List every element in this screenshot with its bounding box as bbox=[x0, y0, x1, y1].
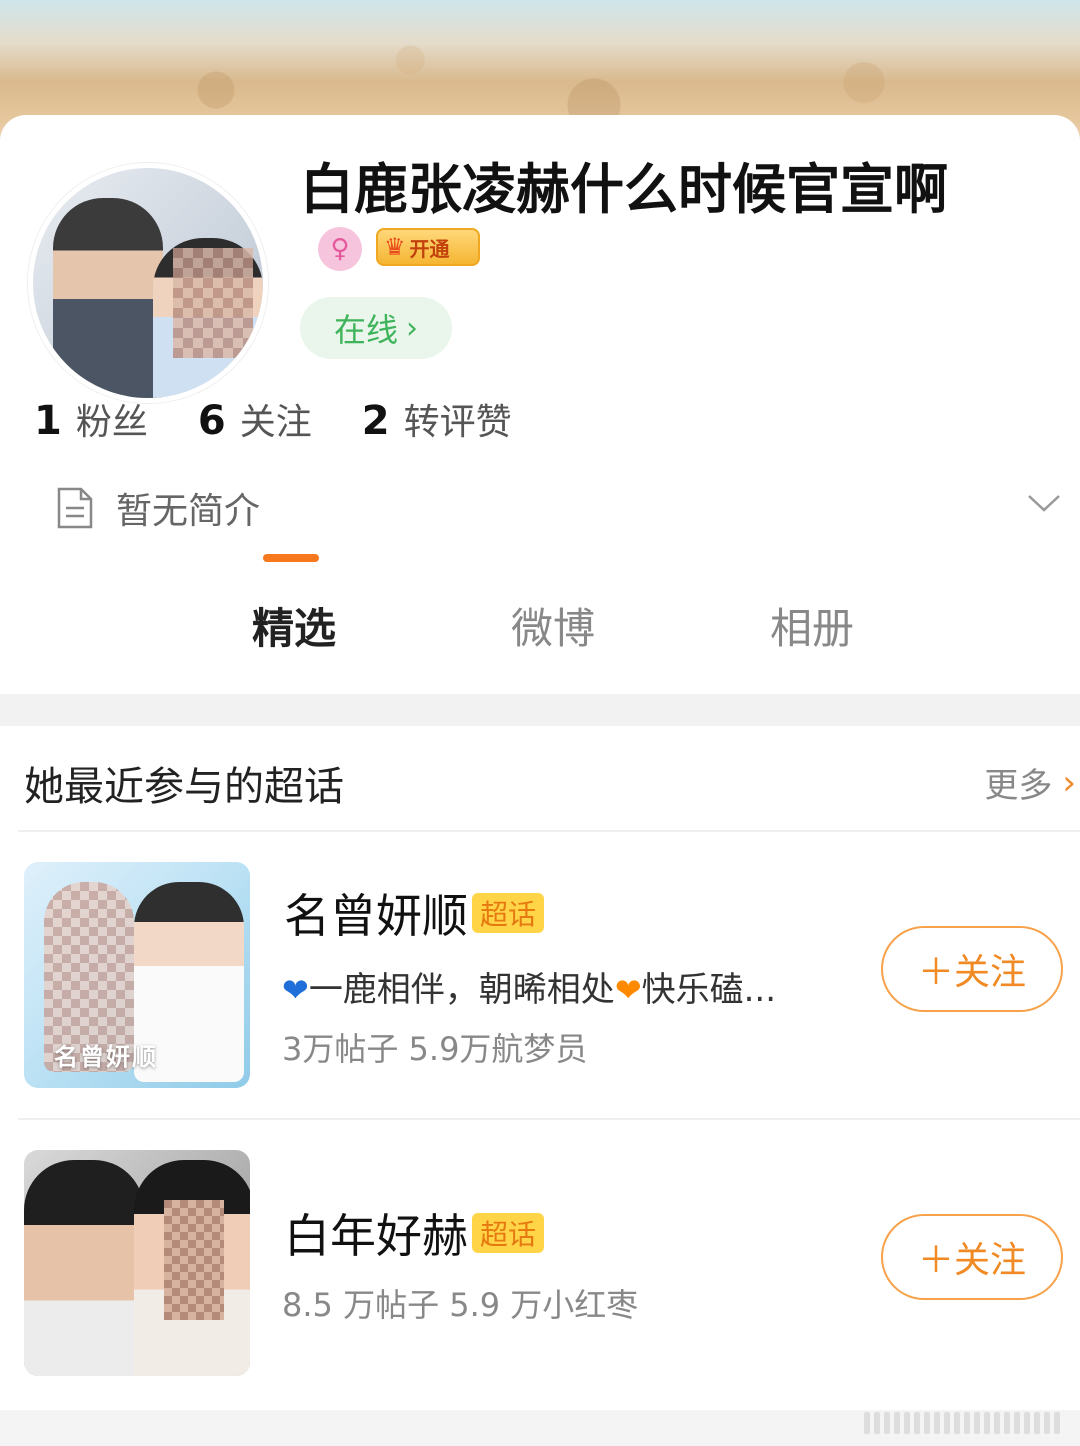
desc-part2: 快乐磕... bbox=[641, 970, 777, 1010]
section-title: 她最近参与的超话 bbox=[24, 764, 344, 810]
stat-label: 关注 bbox=[239, 402, 312, 443]
stat-number: 6 bbox=[197, 398, 226, 444]
vip-open-label: 开通 bbox=[409, 236, 450, 261]
blue-heart-icon: ❤ bbox=[282, 971, 309, 1009]
online-status-label: 在线 bbox=[333, 311, 398, 349]
supertopic-thumbnail[interactable]: 名曾妍顺 bbox=[24, 862, 250, 1088]
active-tab-indicator bbox=[263, 554, 319, 562]
profile-tabs: 精选 微博 相册 bbox=[0, 595, 1080, 695]
stat-followers[interactable]: 1 粉丝 bbox=[34, 393, 148, 445]
tab-featured[interactable]: 精选 bbox=[252, 595, 336, 656]
supertopic-thumbnail[interactable] bbox=[24, 1150, 250, 1376]
section-separator bbox=[0, 694, 1080, 726]
online-status-button[interactable]: 在线 › bbox=[300, 297, 452, 359]
stat-number: 2 bbox=[361, 398, 390, 444]
tab-album[interactable]: 相册 bbox=[770, 595, 854, 656]
avatar[interactable] bbox=[28, 163, 268, 403]
chevron-down-icon[interactable] bbox=[1026, 491, 1062, 515]
female-gender-icon: ♀ bbox=[318, 227, 362, 271]
supertopic-name: 名曾妍顺 bbox=[284, 889, 468, 943]
thumbnail-mosaic bbox=[164, 1200, 224, 1320]
user-nickname: 白鹿张凌赫什么时候官宣啊 bbox=[300, 158, 948, 221]
supertopic-name-row[interactable]: 名曾妍顺 超话 bbox=[284, 880, 545, 946]
chevron-right-icon: › bbox=[1062, 762, 1076, 803]
supertopic-description: ❤一鹿相伴，朝晞相处❤快乐磕... bbox=[282, 962, 776, 1011]
follow-button[interactable]: ＋关注 bbox=[881, 1214, 1063, 1300]
avatar-mosaic bbox=[173, 248, 253, 358]
avatar-person-left bbox=[53, 198, 163, 398]
supertopic-stats: 8.5 万帖子 5.9 万小红枣 bbox=[282, 1286, 639, 1324]
thumbnail-caption: 名曾妍顺 bbox=[54, 1043, 158, 1071]
stat-following[interactable]: 6 关注 bbox=[198, 393, 312, 445]
divider bbox=[18, 1118, 1080, 1120]
orange-heart-icon: ❤ bbox=[614, 971, 642, 1009]
supertopics-section: 她最近参与的超话 更多 › 名曾妍顺 名曾妍顺 超话 ❤一鹿相伴，朝晞相处❤快乐… bbox=[0, 726, 1080, 1416]
supertopic-name: 白年好赫 bbox=[284, 1209, 468, 1263]
document-icon bbox=[57, 487, 93, 529]
super-topic-tag: 超话 bbox=[472, 893, 545, 933]
more-link[interactable]: 更多 › bbox=[984, 758, 1076, 807]
more-label: 更多 bbox=[984, 766, 1053, 806]
thumbnail-figure bbox=[24, 1160, 144, 1376]
supertopic-name-row[interactable]: 白年好赫 超话 bbox=[284, 1200, 545, 1266]
supertopic-item[interactable]: 名曾妍顺 名曾妍顺 超话 ❤一鹿相伴，朝晞相处❤快乐磕... 3万帖子 5.9万… bbox=[0, 862, 1080, 1092]
supertopic-stats: 3万帖子 5.9万航梦员 bbox=[282, 1030, 588, 1068]
stat-reposts-comments-likes[interactable]: 2 转评赞 bbox=[362, 393, 512, 445]
profile-stats: 1 粉丝 6 关注 2 转评赞 bbox=[34, 393, 512, 445]
follow-button[interactable]: ＋关注 bbox=[881, 926, 1063, 1012]
supertopic-item[interactable]: 白年好赫 超话 8.5 万帖子 5.9 万小红枣 ＋关注 bbox=[0, 1150, 1080, 1380]
vip-open-badge[interactable]: ♛ 开通 bbox=[376, 228, 480, 266]
divider bbox=[18, 830, 1080, 832]
super-topic-tag: 超话 bbox=[472, 1213, 545, 1253]
profile-header: 白鹿张凌赫什么时候官宣啊 ♀ ♛ 开通 在线 › 1 粉丝 6 关注 2 转评赞… bbox=[0, 115, 1080, 700]
stat-label: 转评赞 bbox=[403, 402, 512, 443]
desc-part1: 一鹿相伴，朝晞相处 bbox=[308, 970, 615, 1010]
bio-text: 暂无简介 bbox=[116, 491, 261, 532]
stat-label: 粉丝 bbox=[75, 402, 148, 443]
bio-row[interactable]: 暂无简介 bbox=[56, 483, 1080, 533]
watermark-bars bbox=[864, 1412, 1060, 1434]
tab-weibo[interactable]: 微博 bbox=[511, 595, 595, 656]
stat-number: 1 bbox=[34, 398, 62, 444]
chevron-right-icon: › bbox=[406, 310, 418, 346]
crown-icon: ♛ bbox=[384, 233, 406, 261]
